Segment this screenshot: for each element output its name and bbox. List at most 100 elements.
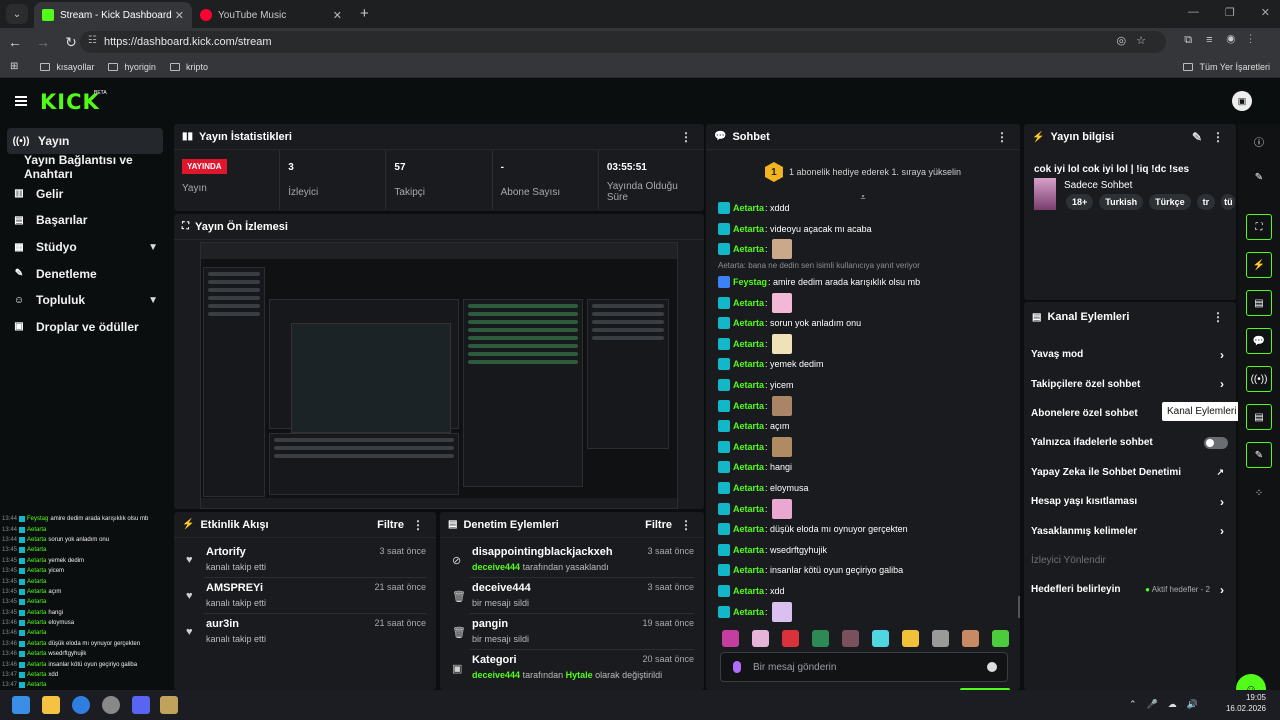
emote-button[interactable]	[752, 630, 769, 647]
chat-message[interactable]: Aetarta:	[706, 292, 1020, 313]
preview-toggle-icon[interactable]: ⛶	[1246, 214, 1272, 240]
tag-chip[interactable]: 18+	[1066, 194, 1094, 210]
chat-username[interactable]: Aetarta	[733, 298, 764, 308]
chat-username[interactable]: Aetarta	[733, 359, 764, 369]
slow-mode-row[interactable]: Yavaş mod ›	[1024, 340, 1236, 369]
activity-row[interactable]: ♥ aur3in kanalı takip etti 21 saat önce	[174, 614, 436, 650]
app-icon[interactable]	[102, 696, 120, 714]
modlog-target[interactable]: disappointingblackjackxeh	[472, 546, 613, 558]
maximize-icon[interactable]: ❐	[1225, 6, 1235, 19]
chat-username[interactable]: Aetarta	[733, 380, 764, 390]
browser-tab-kick[interactable]: Stream - Kick Dashboard ✕	[34, 2, 192, 28]
followers-only-row[interactable]: Takipçilere özel sohbet ›	[1024, 369, 1236, 398]
chat-message[interactable]: Aetarta:	[706, 333, 1020, 355]
stream-category[interactable]: Sadece Sohbet	[1064, 180, 1132, 191]
account-age-row[interactable]: Hesap yaşı kısıtlaması ›	[1024, 487, 1236, 516]
sidebar-item-drops[interactable]: ▣ Droplar ve ödüller	[0, 314, 170, 341]
close-window-icon[interactable]: ✕	[1261, 6, 1270, 19]
emotes-only-row[interactable]: Yalnızca ifadelerle sohbet	[1024, 428, 1236, 457]
modlog-actor[interactable]: deceive444	[472, 562, 520, 572]
modlog-row[interactable]: ▣ Kategori deceive444 tarafından Hytale ol…	[440, 650, 704, 686]
tab-search-button[interactable]: ⌄	[6, 4, 28, 24]
site-info-icon[interactable]: ☷	[88, 35, 97, 46]
all-bookmarks-button[interactable]: Tüm Yer İşaretleri	[1183, 62, 1270, 72]
emote-button[interactable]	[842, 630, 859, 647]
chat-message[interactable]: Aetarta: xddd	[706, 198, 1020, 219]
app-icon[interactable]	[160, 696, 178, 714]
emote-button[interactable]	[992, 630, 1009, 647]
activity-user[interactable]: Artorify	[206, 546, 246, 558]
forward-icon[interactable]: →	[30, 34, 56, 50]
chat-username[interactable]: Aetarta	[733, 586, 764, 596]
modlog-toggle-icon[interactable]: ▤	[1246, 290, 1272, 316]
start-icon[interactable]	[12, 696, 30, 714]
emote-button[interactable]	[902, 630, 919, 647]
chat-message[interactable]: Aetarta: videoyu açacak mı acaba	[706, 219, 1020, 240]
sidebar-item-community[interactable]: ☺ Topluluk ▼	[0, 287, 170, 314]
chat-username[interactable]: Aetarta	[733, 524, 764, 534]
back-icon[interactable]: ←	[2, 34, 28, 50]
chat-message[interactable]: Aetarta: hangi	[706, 457, 1020, 478]
emote-button[interactable]	[872, 630, 889, 647]
activity-user[interactable]: AMSPREYi	[206, 582, 263, 594]
more-widgets-icon[interactable]: ⁘	[1246, 480, 1272, 506]
edit-icon[interactable]: ✎	[1192, 130, 1202, 144]
emote-button[interactable]	[932, 630, 949, 647]
clock[interactable]: 19:05 16.02.2026	[1226, 692, 1266, 714]
activity-toggle-icon[interactable]: ⚡	[1246, 252, 1272, 278]
modlog-row[interactable]: 🗑 deceive444 bir mesajı sildi 3 saat önce	[440, 578, 704, 614]
goals-row[interactable]: Hedefleri belirleyin ● Aktif hedefler - 2…	[1024, 575, 1236, 604]
chat-message[interactable]: Aetarta:	[706, 601, 1020, 622]
tag-chip[interactable]: tü	[1221, 194, 1236, 210]
filter-button[interactable]: Filtre	[645, 519, 672, 531]
modlog-category[interactable]: Hytale	[566, 670, 593, 680]
chat-username[interactable]: Aetarta	[733, 442, 764, 452]
chat-emote[interactable]	[772, 292, 793, 313]
sidebar-item-revenue[interactable]: ▥ Gelir	[0, 181, 170, 208]
chat-message[interactable]: Aetarta: düşük eloda mı oynuyor gerçekte…	[706, 519, 1020, 540]
more-options-icon[interactable]: ⋮	[680, 518, 692, 532]
kick-logo[interactable]: KICK	[40, 90, 100, 114]
browser-tab-youtube-music[interactable]: YouTube Music ✕	[192, 2, 350, 28]
new-tab-button[interactable]: +	[360, 5, 369, 22]
chat-username[interactable]: Aetarta	[733, 203, 764, 213]
close-tab-icon[interactable]: ✕	[333, 9, 342, 22]
chat-message[interactable]: Aetarta: insanlar kötü oyun geçiriyo gal…	[706, 560, 1020, 581]
chat-message[interactable]: Aetarta:	[706, 239, 1020, 260]
chat-username[interactable]: Aetarta	[733, 565, 764, 575]
modlog-target[interactable]: pangin	[472, 618, 508, 630]
modlog-row[interactable]: ⊘ disappointingblackjackxeh deceive444 tar…	[440, 542, 704, 578]
chat-username[interactable]: Aetarta	[733, 339, 764, 349]
chat-message[interactable]: Feystag: amire dedim arada karışıklık ol…	[706, 272, 1020, 293]
emote-button[interactable]	[962, 630, 979, 647]
modlog-target[interactable]: deceive444	[472, 582, 531, 594]
activity-row[interactable]: ♥ AMSPREYi kanalı takip etti 21 saat önce	[174, 578, 436, 614]
modlog-actor[interactable]: deceive444	[472, 670, 520, 680]
tag-chip[interactable]: Türkçe	[1149, 194, 1191, 210]
info-icon[interactable]: ⓘ	[1246, 128, 1272, 154]
chat-emote[interactable]	[772, 601, 793, 622]
chat-message[interactable]: Aetarta: yicem	[706, 375, 1020, 396]
emote-picker-icon[interactable]	[733, 661, 741, 673]
chat-username[interactable]: Aetarta	[733, 224, 764, 234]
chat-message[interactable]: Aetarta: xdd	[706, 581, 1020, 602]
banned-words-row[interactable]: Yasaklanmış kelimeler ›	[1024, 516, 1236, 545]
browser-extension-icons[interactable]: ⧉≡◉⋮	[1184, 34, 1266, 47]
chat-emote[interactable]	[772, 333, 793, 354]
chat-message[interactable]: Aetarta:	[706, 498, 1020, 519]
chat-username[interactable]: Aetarta	[733, 318, 764, 328]
chat-emote[interactable]	[772, 239, 793, 260]
chat-input[interactable]: Bir mesaj gönderin	[720, 652, 1008, 682]
emoji-icon[interactable]	[987, 662, 997, 672]
modlog-target[interactable]: Kategori	[472, 654, 517, 666]
emotes-only-toggle[interactable]	[1204, 436, 1228, 449]
chat-username[interactable]: Aetarta	[733, 545, 764, 555]
actions-toggle-icon[interactable]: ▤	[1246, 404, 1272, 430]
chat-message[interactable]: Aetarta: sorun yok anladım onu	[706, 313, 1020, 334]
chat-message[interactable]: Aetarta: eloymusa	[706, 478, 1020, 499]
chat-scrollbar[interactable]	[1018, 596, 1020, 618]
bookmark-folder[interactable]: kripto	[169, 62, 208, 72]
chat-emote[interactable]	[772, 436, 793, 457]
chat-emote[interactable]	[772, 498, 793, 519]
chat-message[interactable]: Aetarta:	[706, 436, 1020, 458]
